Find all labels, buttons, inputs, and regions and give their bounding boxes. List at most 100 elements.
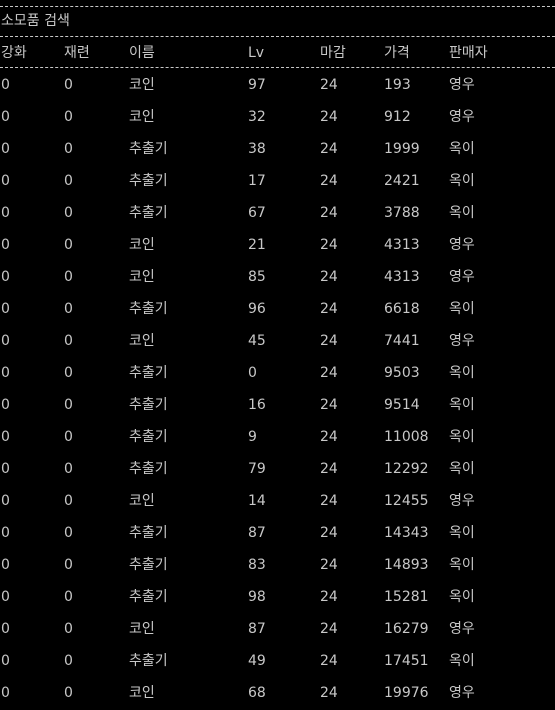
table-row[interactable]: 0 0 추출기 98 24 15281 옥이 bbox=[0, 587, 555, 607]
cell-refine: 0 bbox=[64, 557, 73, 573]
cell-enhance: 0 bbox=[1, 589, 10, 605]
cell-price: 17451 bbox=[384, 653, 429, 669]
cell-level: 98 bbox=[248, 589, 266, 605]
cell-refine: 0 bbox=[64, 685, 73, 701]
cell-enhance: 0 bbox=[1, 237, 10, 253]
cell-refine: 0 bbox=[64, 525, 73, 541]
cell-refine: 0 bbox=[64, 301, 73, 317]
cell-deadline: 24 bbox=[320, 365, 338, 381]
cell-price: 14343 bbox=[384, 525, 429, 541]
cell-name: 코인 bbox=[129, 333, 155, 349]
cell-refine: 0 bbox=[64, 237, 73, 253]
cell-seller: 옥이 bbox=[449, 173, 475, 189]
cell-name: 코인 bbox=[129, 621, 155, 637]
cell-price: 4313 bbox=[384, 269, 420, 285]
cell-enhance: 0 bbox=[1, 621, 10, 637]
cell-seller: 영우 bbox=[449, 333, 475, 349]
cell-refine: 0 bbox=[64, 621, 73, 637]
cell-price: 2421 bbox=[384, 173, 420, 189]
cell-price: 4313 bbox=[384, 237, 420, 253]
cell-enhance: 0 bbox=[1, 493, 10, 509]
cell-refine: 0 bbox=[64, 173, 73, 189]
cell-seller: 옥이 bbox=[449, 397, 475, 413]
cell-name: 추출기 bbox=[129, 173, 168, 189]
cell-level: 68 bbox=[248, 685, 266, 701]
cell-name: 코인 bbox=[129, 77, 155, 93]
table-row[interactable]: 0 0 코인 85 24 4313 영우 bbox=[0, 267, 555, 287]
column-header-deadline: 마감 bbox=[320, 45, 346, 61]
cell-price: 3788 bbox=[384, 205, 420, 221]
cell-level: 96 bbox=[248, 301, 266, 317]
table-row[interactable]: 0 0 코인 45 24 7441 영우 bbox=[0, 331, 555, 351]
table-row[interactable]: 0 0 추출기 9 24 11008 옥이 bbox=[0, 427, 555, 447]
cell-price: 912 bbox=[384, 109, 411, 125]
cell-deadline: 24 bbox=[320, 269, 338, 285]
cell-name: 추출기 bbox=[129, 589, 168, 605]
cell-name: 추출기 bbox=[129, 653, 168, 669]
table-row[interactable]: 0 0 추출기 17 24 2421 옥이 bbox=[0, 171, 555, 191]
cell-name: 추출기 bbox=[129, 461, 168, 477]
cell-name: 코인 bbox=[129, 493, 155, 509]
column-header-price: 가격 bbox=[384, 45, 410, 61]
cell-refine: 0 bbox=[64, 141, 73, 157]
column-header-name: 이름 bbox=[129, 45, 155, 61]
cell-seller: 옥이 bbox=[449, 301, 475, 317]
cell-name: 코인 bbox=[129, 685, 155, 701]
table-row[interactable]: 0 0 코인 14 24 12455 영우 bbox=[0, 491, 555, 511]
cell-enhance: 0 bbox=[1, 365, 10, 381]
cell-deadline: 24 bbox=[320, 653, 338, 669]
column-header-refine: 재련 bbox=[64, 45, 90, 61]
table-row[interactable]: 0 0 코인 68 24 19976 영우 bbox=[0, 683, 555, 703]
cell-enhance: 0 bbox=[1, 173, 10, 189]
table-row[interactable]: 0 0 추출기 16 24 9514 옥이 bbox=[0, 395, 555, 415]
cell-deadline: 24 bbox=[320, 621, 338, 637]
cell-refine: 0 bbox=[64, 77, 73, 93]
cell-price: 11008 bbox=[384, 429, 429, 445]
cell-name: 추출기 bbox=[129, 301, 168, 317]
cell-deadline: 24 bbox=[320, 429, 338, 445]
table-row[interactable]: 0 0 추출기 79 24 12292 옥이 bbox=[0, 459, 555, 479]
table-row[interactable]: 0 0 추출기 0 24 9503 옥이 bbox=[0, 363, 555, 383]
cell-deadline: 24 bbox=[320, 301, 338, 317]
cell-price: 12292 bbox=[384, 461, 429, 477]
cell-deadline: 24 bbox=[320, 333, 338, 349]
table-row[interactable]: 0 0 코인 97 24 193 영우 bbox=[0, 75, 555, 95]
cell-enhance: 0 bbox=[1, 333, 10, 349]
header-dashed-divider bbox=[0, 67, 555, 68]
cell-seller: 옥이 bbox=[449, 365, 475, 381]
cell-level: 16 bbox=[248, 397, 266, 413]
table-row[interactable]: 0 0 추출기 87 24 14343 옥이 bbox=[0, 523, 555, 543]
cell-enhance: 0 bbox=[1, 397, 10, 413]
cell-deadline: 24 bbox=[320, 525, 338, 541]
cell-price: 15281 bbox=[384, 589, 429, 605]
cell-level: 32 bbox=[248, 109, 266, 125]
cell-enhance: 0 bbox=[1, 685, 10, 701]
table-row[interactable]: 0 0 코인 32 24 912 영우 bbox=[0, 107, 555, 127]
cell-name: 코인 bbox=[129, 269, 155, 285]
cell-deadline: 24 bbox=[320, 685, 338, 701]
table-row[interactable]: 0 0 추출기 83 24 14893 옥이 bbox=[0, 555, 555, 575]
cell-name: 추출기 bbox=[129, 557, 168, 573]
table-row[interactable]: 0 0 코인 21 24 4313 영우 bbox=[0, 235, 555, 255]
cell-level: 14 bbox=[248, 493, 266, 509]
cell-refine: 0 bbox=[64, 205, 73, 221]
cell-seller: 영우 bbox=[449, 621, 475, 637]
cell-enhance: 0 bbox=[1, 461, 10, 477]
table-row[interactable]: 0 0 추출기 49 24 17451 옥이 bbox=[0, 651, 555, 671]
cell-level: 17 bbox=[248, 173, 266, 189]
table-row[interactable]: 0 0 추출기 38 24 1999 옥이 bbox=[0, 139, 555, 159]
cell-deadline: 24 bbox=[320, 141, 338, 157]
cell-price: 9514 bbox=[384, 397, 420, 413]
cell-seller: 옥이 bbox=[449, 461, 475, 477]
cell-deadline: 24 bbox=[320, 493, 338, 509]
table-row[interactable]: 0 0 추출기 96 24 6618 옥이 bbox=[0, 299, 555, 319]
cell-price: 12455 bbox=[384, 493, 429, 509]
cell-enhance: 0 bbox=[1, 109, 10, 125]
cell-price: 6618 bbox=[384, 301, 420, 317]
cell-price: 16279 bbox=[384, 621, 429, 637]
cell-deadline: 24 bbox=[320, 173, 338, 189]
table-row[interactable]: 0 0 코인 87 24 16279 영우 bbox=[0, 619, 555, 639]
cell-enhance: 0 bbox=[1, 141, 10, 157]
table-row[interactable]: 0 0 추출기 67 24 3788 옥이 bbox=[0, 203, 555, 223]
cell-seller: 옥이 bbox=[449, 589, 475, 605]
